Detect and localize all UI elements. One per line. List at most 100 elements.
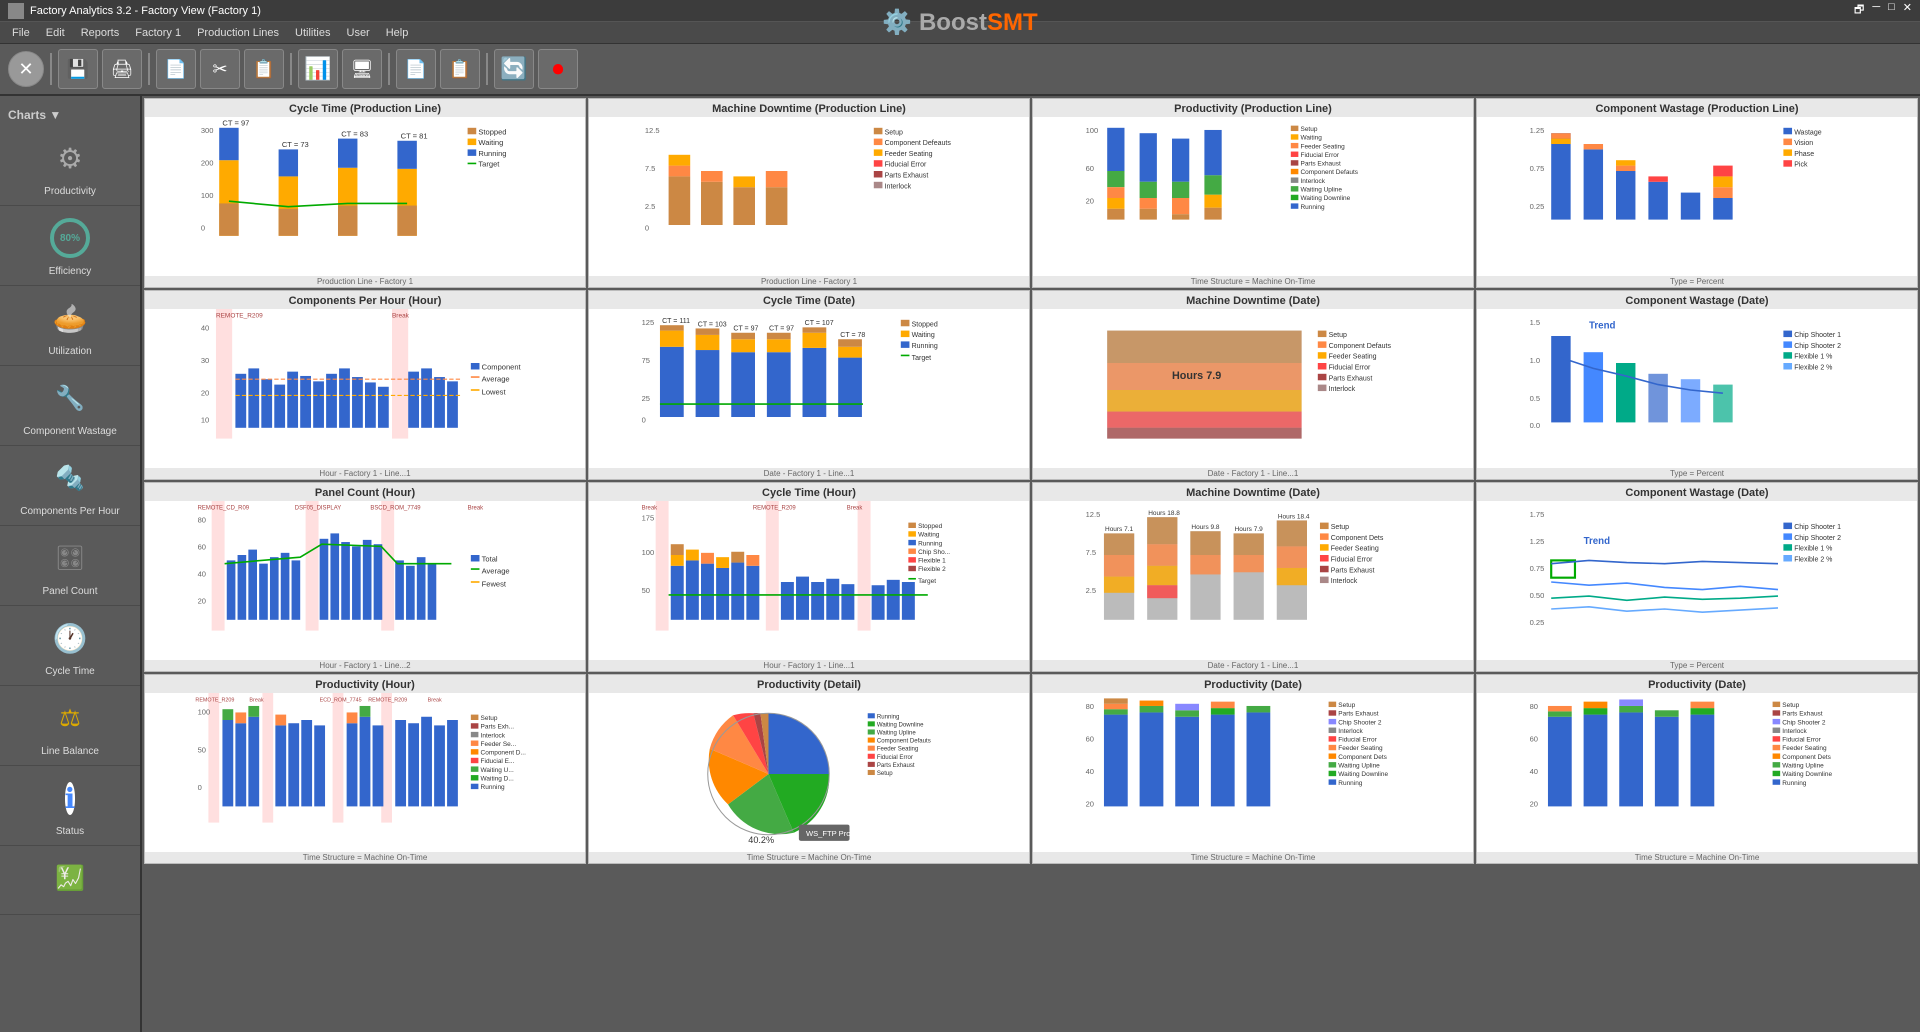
- menu-edit[interactable]: Edit: [38, 25, 73, 41]
- svg-text:40.2%: 40.2%: [748, 835, 774, 845]
- svg-text:7.5: 7.5: [1086, 548, 1097, 557]
- svg-text:CT = 81: CT = 81: [401, 132, 428, 141]
- refresh-button[interactable]: 🔄: [494, 49, 534, 89]
- svg-text:Break: Break: [468, 506, 484, 512]
- svg-text:Component Dets: Component Dets: [1331, 535, 1384, 542]
- svg-text:Waiting D...: Waiting D...: [481, 775, 514, 782]
- chart-cycle-time-date[interactable]: Cycle Time (Date) 125 75 25 0 CT = 111: [588, 290, 1030, 480]
- toolbar-separator4: [388, 53, 390, 85]
- svg-text:0.5: 0.5: [1530, 394, 1541, 403]
- svg-text:Interlock: Interlock: [1338, 728, 1363, 735]
- chart-panel-count-hour[interactable]: Panel Count (Hour) REMOTE_CD_R09 DSF05_D…: [144, 482, 586, 672]
- chart-components-per-hour[interactable]: Components Per Hour (Hour) REMOTE_R209 B…: [144, 290, 586, 480]
- chart-component-wastage-prod-line[interactable]: Component Wastage (Production Line) 1.25…: [1476, 98, 1918, 288]
- svg-text:Parts Exhaust: Parts Exhaust: [1782, 711, 1822, 718]
- menu-utilities[interactable]: Utilities: [287, 25, 338, 41]
- paste2-button[interactable]: 📋: [440, 49, 480, 89]
- copy-button[interactable]: 📄: [396, 49, 436, 89]
- chart-productivity-date-c3[interactable]: Productivity (Date) 80 60 40 20: [1476, 674, 1918, 864]
- svg-text:Interlock: Interlock: [1782, 728, 1807, 735]
- window-close[interactable]: ✕: [1903, 1, 1912, 20]
- svg-text:Component D...: Component D...: [481, 750, 527, 757]
- svg-text:60: 60: [198, 543, 206, 552]
- chart-footer: Type = Percent: [1477, 468, 1917, 479]
- sidebar-item-panel-count[interactable]: 🎛 Panel Count: [0, 526, 140, 606]
- chart-body: 12.5 7.5 2.5 Hours 7.1: [1033, 501, 1473, 663]
- svg-text:20: 20: [1530, 799, 1538, 808]
- chart-machine-downtime-date-r2[interactable]: Machine Downtime (Date) 12.5 7.5 2.5 Hou…: [1032, 482, 1474, 672]
- chart-cycle-time-prod-line[interactable]: Cycle Time (Production Line) 300 200 100…: [144, 98, 586, 288]
- window-maximize[interactable]: □: [1888, 1, 1895, 20]
- menu-production-lines[interactable]: Production Lines: [189, 25, 287, 41]
- logo-smt: SMT: [987, 9, 1038, 36]
- svg-text:20: 20: [1086, 799, 1094, 808]
- svg-text:Total: Total: [482, 554, 498, 563]
- chart-button[interactable]: 📊: [298, 49, 338, 89]
- svg-text:Setup: Setup: [1301, 126, 1318, 133]
- window-minimize[interactable]: ─: [1872, 1, 1880, 20]
- save-button[interactable]: 💾: [58, 49, 98, 89]
- svg-text:1.25: 1.25: [1530, 537, 1545, 546]
- svg-text:Break: Break: [428, 698, 442, 704]
- chart-productivity-date-c2[interactable]: Productivity (Date) 80 60 40 20: [1032, 674, 1474, 864]
- svg-text:REMOTE_R209: REMOTE_R209: [368, 698, 407, 704]
- sidebar-item-cycle-time[interactable]: 🕐 Cycle Time: [0, 606, 140, 686]
- record-button[interactable]: ⏺: [538, 49, 578, 89]
- chart-svg: 80 60 40 20: [1477, 693, 1917, 855]
- sidebar-item-extra[interactable]: 💹: [0, 846, 140, 915]
- chart-footer: Production Line - Factory 1: [589, 276, 1029, 287]
- chart-cycle-time-hour[interactable]: Cycle Time (Hour) Break REMOTE_R209 Brea…: [588, 482, 1030, 672]
- svg-text:Target: Target: [912, 355, 932, 362]
- svg-text:DSF05_DISPLAY: DSF05_DISPLAY: [295, 506, 341, 512]
- svg-text:75: 75: [642, 356, 650, 365]
- sidebar-item-productivity[interactable]: ⚙ Productivity: [0, 126, 140, 206]
- sidebar-item-efficiency[interactable]: 80% Efficiency: [0, 206, 140, 286]
- menu-user[interactable]: User: [339, 25, 378, 41]
- menu-factory1[interactable]: Factory 1: [127, 25, 189, 41]
- sidebar-item-line-balance[interactable]: ⚖ Line Balance: [0, 686, 140, 766]
- menu-file[interactable]: File: [4, 25, 38, 41]
- close-button[interactable]: ✕: [8, 51, 44, 87]
- svg-text:Stopped: Stopped: [478, 127, 506, 136]
- utilization-label: Utilization: [48, 346, 91, 357]
- components-per-hour-icon: 🔩: [46, 454, 94, 502]
- sidebar-item-components-per-hour[interactable]: 🔩 Components Per Hour: [0, 446, 140, 526]
- svg-text:Pick: Pick: [1794, 162, 1808, 169]
- sidebar-item-utilization[interactable]: 🥧 Utilization: [0, 286, 140, 366]
- menu-reports[interactable]: Reports: [73, 25, 128, 41]
- svg-text:Target: Target: [918, 578, 936, 585]
- sidebar-charts-header[interactable]: Charts ▼: [0, 104, 140, 126]
- cut-button[interactable]: ✂: [200, 49, 240, 89]
- chart-svg: 12.5 7.5 2.5 0: [589, 117, 1029, 279]
- svg-text:Waiting Downline: Waiting Downline: [1782, 771, 1832, 778]
- paste-button[interactable]: 📋: [244, 49, 284, 89]
- chart-productivity-hour[interactable]: Productivity (Hour) REMOTE_R209 Break EC…: [144, 674, 586, 864]
- svg-text:175: 175: [642, 513, 655, 522]
- svg-text:Trend: Trend: [1589, 320, 1616, 331]
- sidebar-item-status[interactable]: ℹ Status: [0, 766, 140, 846]
- line-balance-icon: ⚖: [46, 694, 94, 742]
- new-button[interactable]: 📄: [156, 49, 196, 89]
- svg-text:Target: Target: [478, 160, 500, 169]
- chart-component-wastage-date-r1[interactable]: Component Wastage (Date) 1.5 1.0 0.5 0.0: [1476, 290, 1918, 480]
- chart-footer: Time Structure = Machine On-Time: [1477, 852, 1917, 863]
- chart-machine-downtime-date-r1[interactable]: Machine Downtime (Date) Hours 7.9 Setup: [1032, 290, 1474, 480]
- svg-text:Chip Shooter 2: Chip Shooter 2: [1782, 719, 1826, 726]
- efficiency-label: Efficiency: [49, 266, 92, 277]
- window-restore[interactable]: 🗗: [1854, 1, 1864, 20]
- chart-machine-downtime-prod-line[interactable]: Machine Downtime (Production Line) 12.5 …: [588, 98, 1030, 288]
- svg-text:Fiducial Error: Fiducial Error: [885, 162, 927, 169]
- svg-text:Feeder Seating: Feeder Seating: [1331, 546, 1379, 553]
- print-button[interactable]: 🖨: [102, 49, 142, 89]
- chart-productivity-detail[interactable]: Productivity (Detail): [588, 674, 1030, 864]
- menu-help[interactable]: Help: [378, 25, 417, 41]
- chart-productivity-prod-line[interactable]: Productivity (Production Line) 100 60 20: [1032, 98, 1474, 288]
- chart-component-wastage-date-r2[interactable]: Component Wastage (Date) 1.75 1.25 0.75 …: [1476, 482, 1918, 672]
- sidebar-item-component-wastage[interactable]: 🔧 Component Wastage: [0, 366, 140, 446]
- charts-grid: Cycle Time (Production Line) 300 200 100…: [144, 98, 1918, 864]
- chart-footer: Date - Factory 1 - Line...1: [589, 468, 1029, 479]
- svg-text:80: 80: [198, 516, 206, 525]
- cycle-time-icon: 🕐: [46, 614, 94, 662]
- svg-text:Hours 18.4: Hours 18.4: [1278, 513, 1310, 520]
- monitor-button[interactable]: 🖥: [342, 49, 382, 89]
